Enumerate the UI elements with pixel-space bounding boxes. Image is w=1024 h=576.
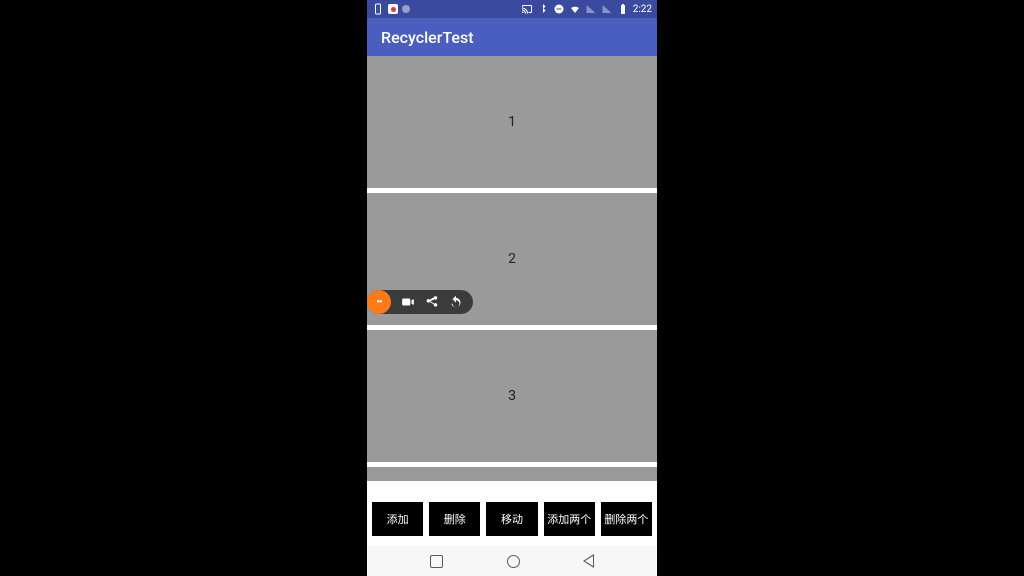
move-button[interactable]: 移动 bbox=[486, 502, 537, 536]
app-dot-icon bbox=[402, 5, 410, 13]
add-button[interactable]: 添加 bbox=[372, 502, 423, 536]
nav-back-icon[interactable] bbox=[583, 554, 594, 568]
android-nav-bar bbox=[367, 546, 657, 576]
camera-icon[interactable] bbox=[401, 295, 415, 309]
list-item-label: 1 bbox=[508, 114, 516, 130]
recorder-handle-icon[interactable]: •• bbox=[367, 290, 391, 314]
cast-icon bbox=[521, 3, 533, 15]
status-right: 2:22 bbox=[521, 3, 652, 15]
recording-indicator-icon bbox=[388, 4, 398, 14]
battery-icon bbox=[617, 3, 629, 15]
list-item-label: 2 bbox=[508, 251, 516, 267]
recycler-list[interactable]: 1 2 3 bbox=[367, 56, 657, 491]
wifi-icon bbox=[569, 3, 581, 15]
remove-button[interactable]: 删除 bbox=[429, 502, 480, 536]
screen-recorder-toolbar[interactable]: •• bbox=[367, 290, 473, 314]
share-icon[interactable] bbox=[425, 295, 439, 309]
app-title: RecyclerTest bbox=[381, 28, 474, 47]
list-item[interactable] bbox=[367, 467, 657, 481]
signal-icon-dim bbox=[585, 3, 597, 15]
nav-home-icon[interactable] bbox=[507, 555, 520, 568]
status-left bbox=[372, 3, 410, 15]
dnd-icon bbox=[553, 3, 565, 15]
list-item-label: 3 bbox=[508, 388, 516, 404]
undo-icon[interactable] bbox=[449, 295, 463, 309]
status-time: 2:22 bbox=[633, 4, 652, 15]
app-bar: RecyclerTest bbox=[367, 18, 657, 56]
phone-frame: 2:22 RecyclerTest 1 2 3 添加 删除 移动 添加两个 删除… bbox=[367, 0, 657, 576]
button-row: 添加 删除 移动 添加两个 删除两个 bbox=[367, 491, 657, 546]
list-item[interactable]: 1 bbox=[367, 56, 657, 188]
list-item[interactable]: 3 bbox=[367, 330, 657, 462]
signal-icon-dim-2 bbox=[601, 3, 613, 15]
status-bar: 2:22 bbox=[367, 0, 657, 18]
remove-two-button[interactable]: 删除两个 bbox=[601, 502, 652, 536]
add-two-button[interactable]: 添加两个 bbox=[544, 502, 595, 536]
portrait-lock-icon bbox=[372, 3, 384, 15]
bluetooth-icon bbox=[537, 3, 549, 15]
nav-overview-icon[interactable] bbox=[430, 555, 443, 568]
